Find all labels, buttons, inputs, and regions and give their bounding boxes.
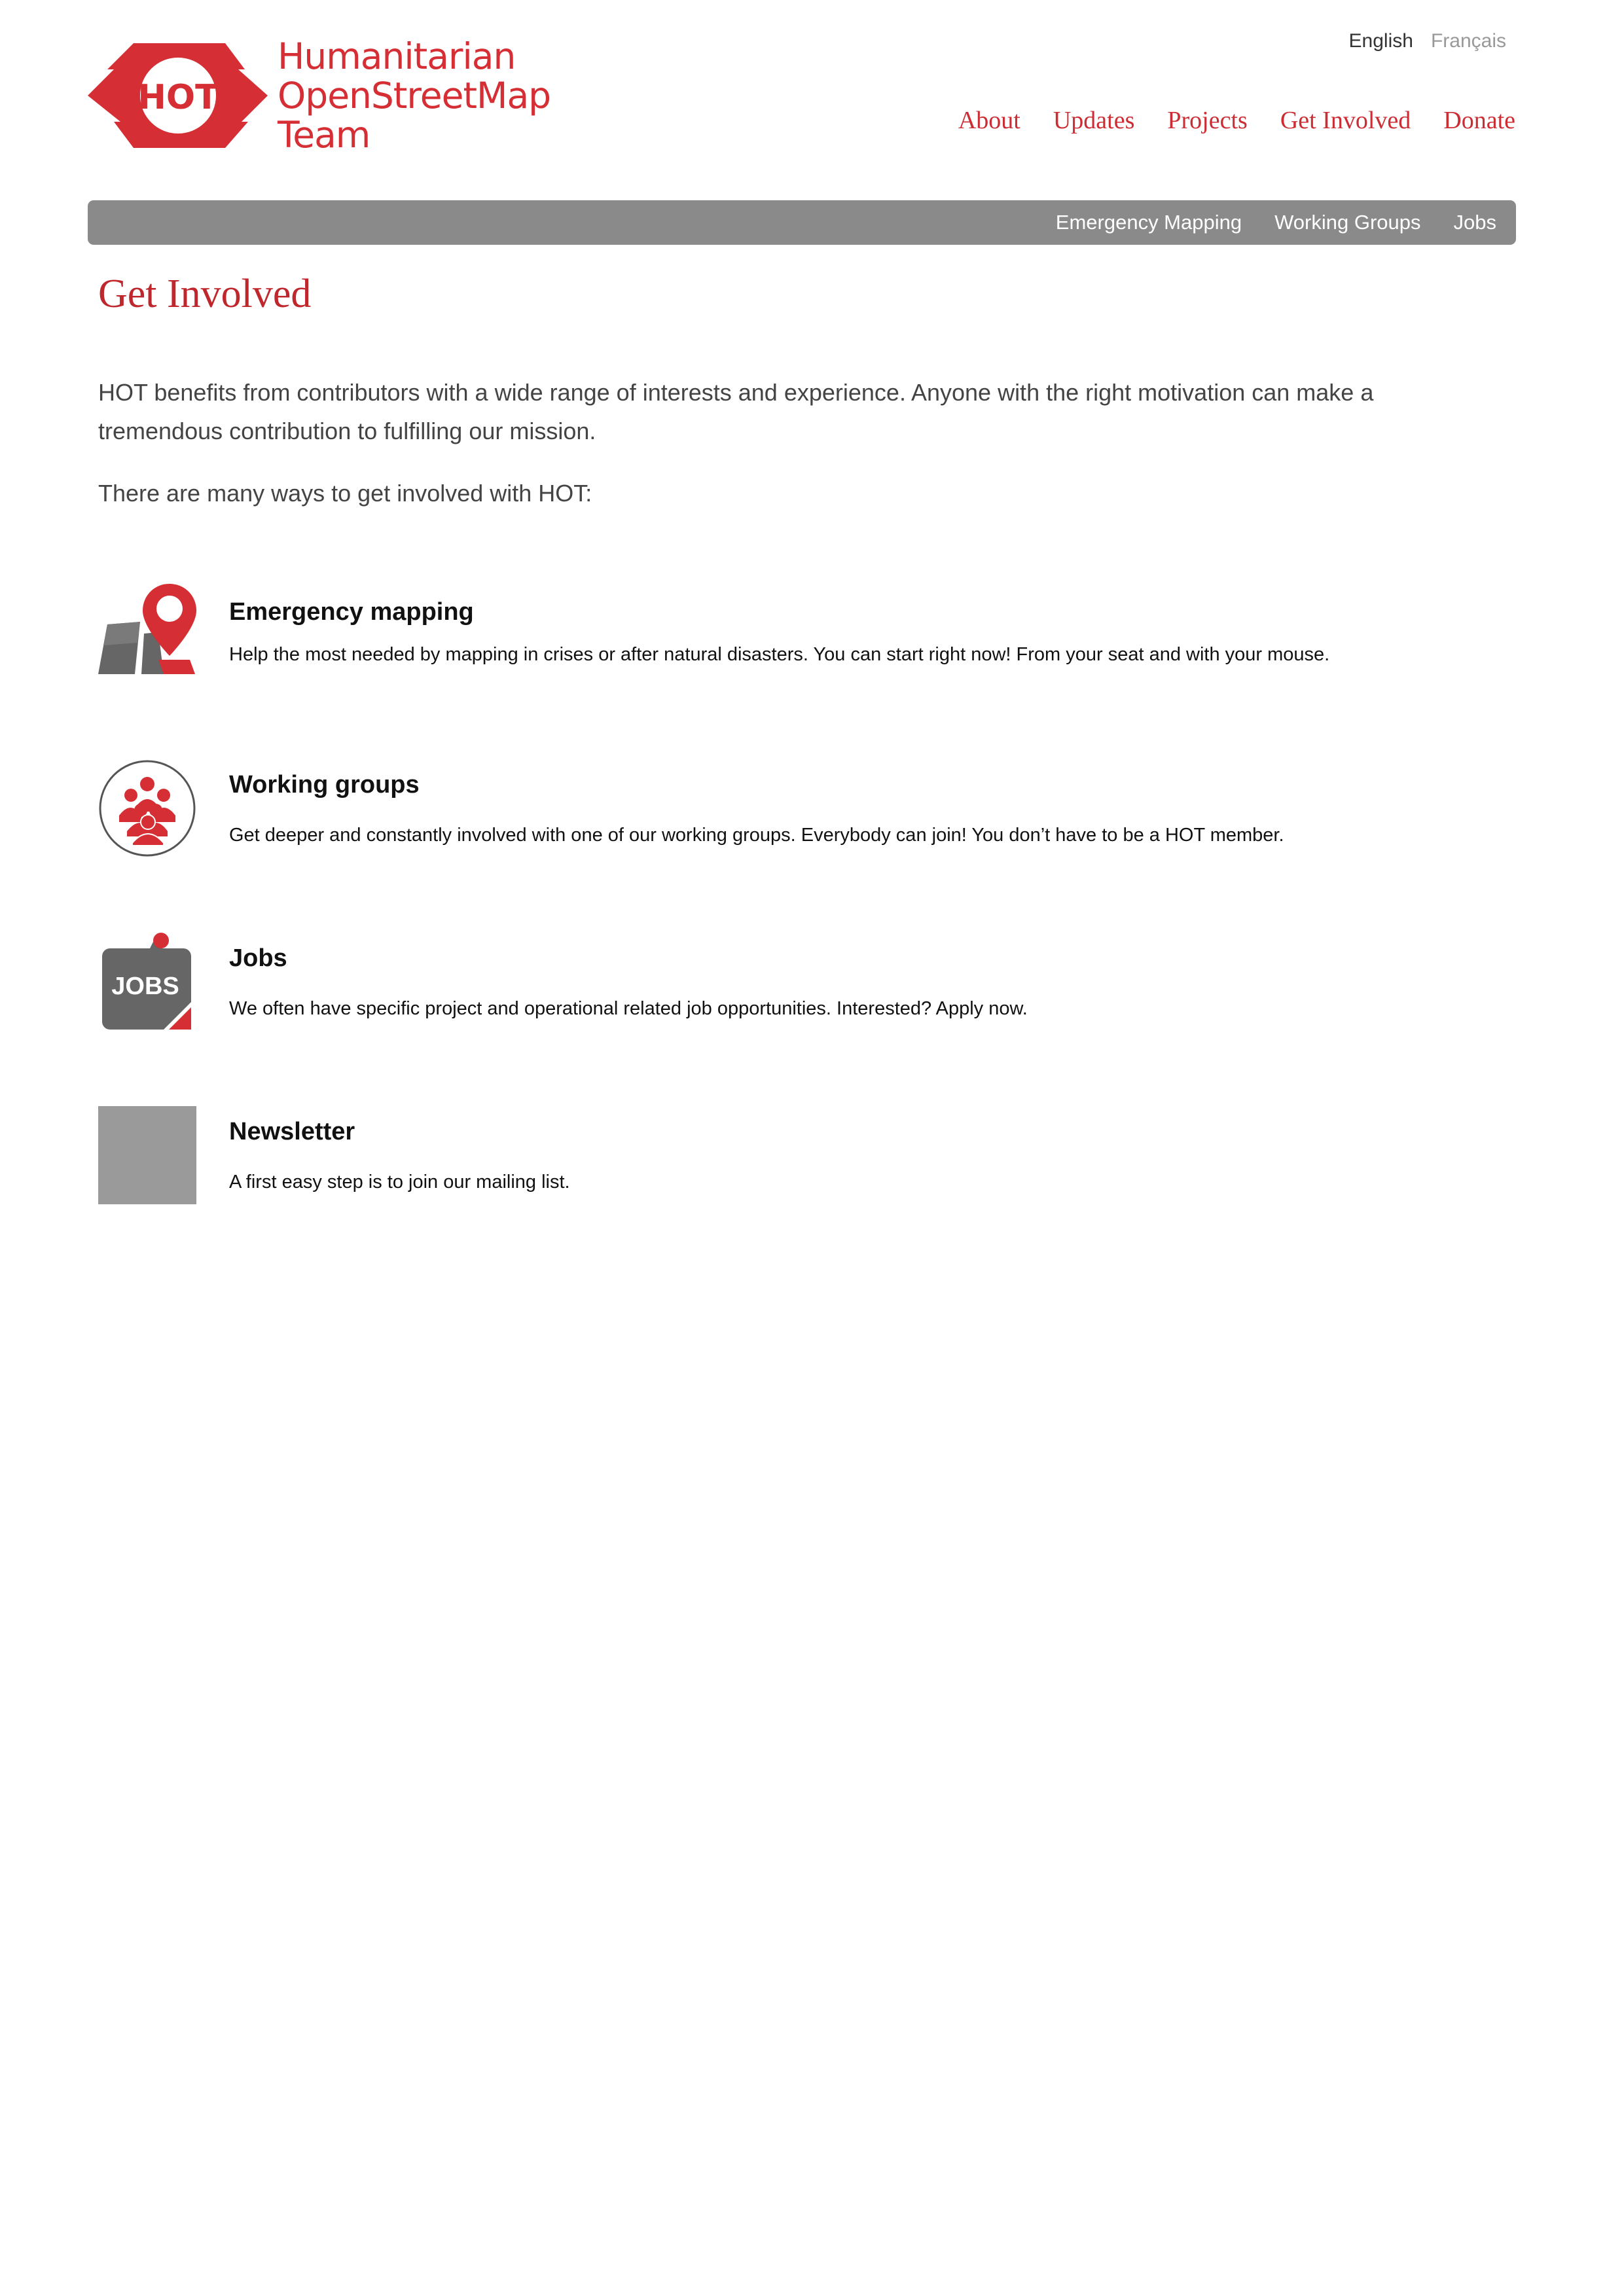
logo-line-2: OpenStreetMap	[278, 75, 551, 117]
subnav-working-groups[interactable]: Working Groups	[1274, 211, 1420, 234]
jobs-icon[interactable]: JOBS	[98, 933, 196, 1031]
logo-line-1: Humanitarian	[278, 35, 516, 77]
nav-updates[interactable]: Updates	[1053, 106, 1135, 135]
hot-logo[interactable]: HOT Humanitarian OpenStreetMap Team	[88, 37, 559, 161]
nav-get-involved[interactable]: Get Involved	[1280, 106, 1411, 135]
nav-about[interactable]: About	[958, 106, 1020, 135]
logo-line-3: Team	[278, 114, 370, 156]
item-title[interactable]: Emergency mapping	[229, 598, 474, 626]
nav-donate[interactable]: Donate	[1443, 106, 1515, 135]
subnav-emergency-mapping[interactable]: Emergency Mapping	[1056, 211, 1242, 234]
newsletter-placeholder-icon[interactable]	[98, 1106, 196, 1204]
item-title[interactable]: Working groups	[229, 771, 420, 799]
list-item-jobs: JOBS Jobs We often have specific project…	[98, 933, 1473, 1037]
list-item-newsletter: Newsletter A first easy step is to join …	[98, 1106, 1473, 1211]
main-nav: About Updates Projects Get Involved Dona…	[958, 106, 1515, 135]
ways-paragraph: There are many ways to get involved with…	[98, 480, 592, 507]
lang-francais-link[interactable]: Français	[1431, 30, 1506, 52]
item-title[interactable]: Newsletter	[229, 1118, 355, 1146]
item-title[interactable]: Jobs	[229, 944, 287, 973]
nav-projects[interactable]: Projects	[1167, 106, 1247, 135]
people-group-icon[interactable]	[98, 759, 196, 857]
map-pin-icon[interactable]	[98, 583, 196, 681]
logo-badge-text: HOT	[137, 78, 219, 117]
list-item-emergency-mapping: Emergency mapping Help the most needed b…	[98, 583, 1473, 687]
logo-wordmark: Humanitarian OpenStreetMap Team	[278, 35, 551, 156]
item-text: Help the most needed by mapping in crise…	[229, 644, 1330, 665]
language-switcher: English Français	[1349, 30, 1506, 52]
jobs-icon-label: JOBS	[111, 973, 179, 1000]
item-text: A first easy step is to join our mailing…	[229, 1172, 570, 1193]
hot-logo-mark-icon: HOT	[88, 43, 268, 148]
page-title: Get Involved	[98, 272, 312, 316]
item-text: Get deeper and constantly involved with …	[229, 825, 1284, 846]
intro-paragraph: HOT benefits from contributors with a wi…	[98, 379, 1374, 444]
lang-english-link[interactable]: English	[1349, 30, 1413, 52]
item-text: We often have specific project and opera…	[229, 998, 1028, 1019]
list-item-working-groups: Working groups Get deeper and constantly…	[98, 759, 1473, 864]
sub-nav-bar: Emergency Mapping Working Groups Jobs	[88, 200, 1516, 245]
subnav-jobs[interactable]: Jobs	[1454, 211, 1496, 234]
